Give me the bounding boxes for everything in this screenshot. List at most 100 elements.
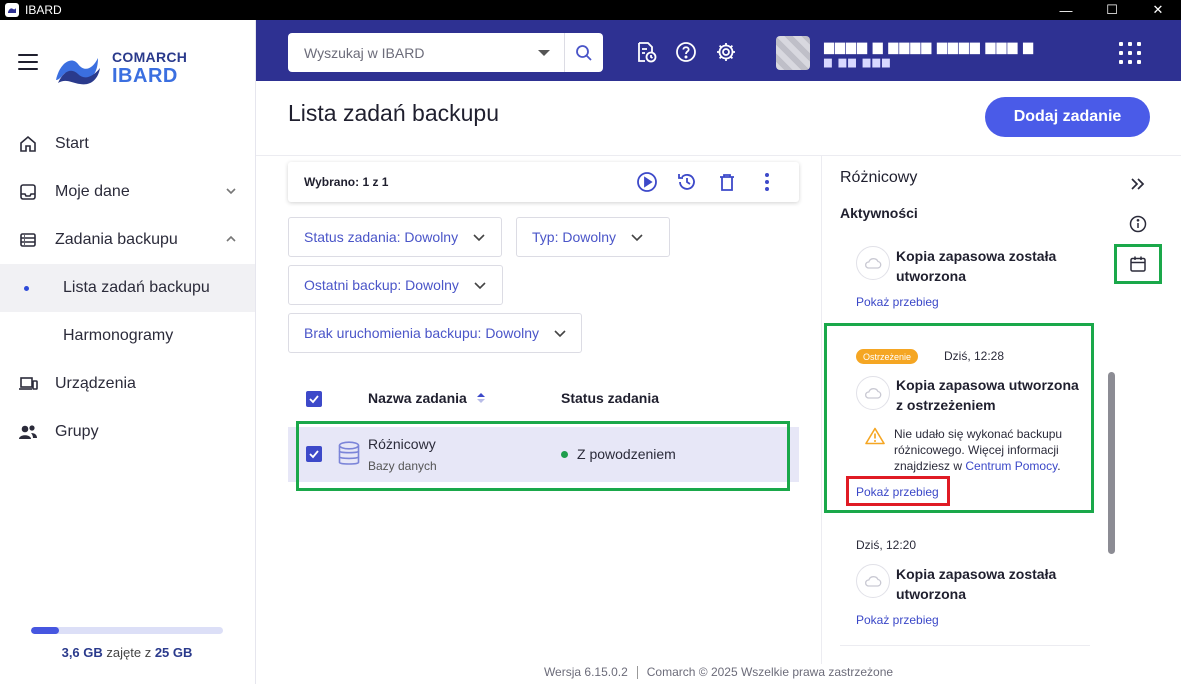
- activity-title: Kopia zapasowa została utworzona: [896, 566, 1057, 602]
- info-icon[interactable]: [1126, 212, 1150, 236]
- chevron-up-icon[interactable]: [225, 233, 237, 245]
- home-icon: [18, 134, 38, 154]
- run-backup-button[interactable]: [627, 162, 667, 202]
- cloud-icon: [856, 246, 890, 280]
- sidebar-item-label: Moje dane: [55, 183, 130, 200]
- storage-used: 3,6 GB: [61, 645, 103, 660]
- panel-section-title: Aktywności: [840, 205, 918, 221]
- user-subtitle: ▆ ▆▆ ▆▆▆: [824, 56, 892, 68]
- column-header-status[interactable]: Status zadania: [561, 390, 659, 406]
- more-options-icon[interactable]: [747, 162, 787, 202]
- inbox-icon: [18, 182, 38, 202]
- storage-total: 25 GB: [154, 645, 193, 660]
- sidebar-item-urzadzenia[interactable]: Urządzenia: [0, 360, 255, 408]
- sort-icon[interactable]: [475, 391, 487, 405]
- sidebar-item-start[interactable]: Start: [0, 120, 255, 168]
- logo-brand: COMARCH: [112, 49, 188, 65]
- search-box[interactable]: Wyszukaj w IBARD: [288, 33, 603, 72]
- panel-title: Różnicowy: [840, 169, 918, 186]
- top-header: Wyszukaj w IBARD ▆▆▆▆ ▆ ▆▆▆▆ ▆▆▆▆ ▆▆▆ ▆ …: [256, 20, 1181, 81]
- sidebar-item-label: Zadania backupu: [55, 231, 178, 248]
- column-header-name-label: Nazwa zadania: [368, 390, 467, 406]
- close-button[interactable]: ✕: [1135, 0, 1181, 20]
- sidebar-item-label: Urządzenia: [55, 375, 136, 392]
- window-title: IBARD: [25, 3, 62, 17]
- sidebar-item-zadania-backupu[interactable]: Zadania backupu: [0, 216, 255, 264]
- search-dropdown-icon[interactable]: [538, 49, 550, 56]
- panel-scrollbar[interactable]: [1108, 372, 1115, 554]
- highlight-box-green: [1114, 244, 1162, 284]
- chevron-down-icon: [631, 234, 643, 242]
- backup-status-icon[interactable]: [634, 40, 658, 64]
- filter-no-run[interactable]: Brak uruchomienia backupu: Dowolny: [288, 313, 582, 353]
- user-name: ▆▆▆▆ ▆ ▆▆▆▆ ▆▆▆▆ ▆▆▆ ▆: [824, 38, 1035, 54]
- filter-status-label: Status zadania: Dowolny: [304, 229, 459, 245]
- comarch-logo-icon: [56, 58, 100, 85]
- sidebar-item-label: Grupy: [55, 423, 99, 440]
- help-icon[interactable]: [674, 40, 698, 64]
- filter-no-run-label: Brak uruchomienia backupu: Dowolny: [304, 325, 540, 341]
- sidebar-item-lista-zadan-backupu[interactable]: Lista zadań backupu: [0, 264, 255, 312]
- window-titlebar: IBARD — ☐ ✕: [0, 0, 1181, 20]
- filter-type[interactable]: Typ: Dowolny: [516, 217, 670, 257]
- chevron-down-icon: [473, 234, 485, 242]
- sidebar-item-label: Lista zadań backupu: [63, 279, 210, 296]
- activity-title: Kopia zapasowa została utworzona: [896, 248, 1057, 284]
- footer-copyright: Comarch © 2025 Wszelkie prawa zastrzeżon…: [646, 665, 894, 679]
- storage-used-suffix: zajęte z: [102, 645, 155, 660]
- sidebar-item-label: Harmonogramy: [63, 327, 174, 344]
- collapse-panel-icon[interactable]: [1126, 172, 1150, 196]
- show-details-link[interactable]: Pokaż przebieg: [856, 295, 939, 309]
- maximize-button[interactable]: ☐: [1089, 0, 1135, 20]
- column-header-name[interactable]: Nazwa zadania: [368, 390, 487, 406]
- selection-count: Wybrano: 1 z 1: [304, 175, 389, 189]
- sidebar-nav: Start Moje dane Zadania backupu Lista za…: [0, 120, 255, 456]
- chevron-down-icon: [474, 282, 486, 290]
- history-button[interactable]: [667, 162, 707, 202]
- chevron-down-icon[interactable]: [225, 185, 237, 197]
- user-profile[interactable]: ▆▆▆▆ ▆ ▆▆▆▆ ▆▆▆▆ ▆▆▆ ▆ ▆ ▆▆ ▆▆▆: [776, 36, 1034, 70]
- highlight-box-green: [296, 421, 790, 491]
- list-icon: [18, 230, 38, 250]
- active-indicator-dot: [24, 286, 29, 291]
- apps-grid-icon[interactable]: [1119, 42, 1141, 64]
- hamburger-menu-icon[interactable]: [18, 54, 38, 70]
- footer-version: Wersja 6.15.0.2: [543, 665, 628, 679]
- sidebar-item-harmonogramy[interactable]: Harmonogramy: [0, 312, 255, 360]
- divider: [821, 156, 822, 664]
- filter-last-backup[interactable]: Ostatni backup: Dowolny: [288, 265, 503, 305]
- devices-icon: [18, 374, 38, 394]
- sidebar-item-moje-dane[interactable]: Moje dane: [0, 168, 255, 216]
- sidebar-item-grupy[interactable]: Grupy: [0, 408, 255, 456]
- divider: [840, 645, 1090, 646]
- app-logo-icon: [5, 3, 19, 17]
- storage-text: 3,6 GB zajęte z 25 GB: [31, 645, 223, 660]
- chevron-down-icon: [554, 330, 566, 338]
- page-title: Lista zadań backupu: [288, 100, 499, 126]
- divider: [256, 155, 1181, 156]
- storage-usage: 3,6 GB zajęte z 25 GB: [31, 627, 223, 660]
- cloud-icon: [856, 564, 890, 598]
- avatar[interactable]: [776, 36, 810, 70]
- filter-last-backup-label: Ostatni backup: Dowolny: [304, 277, 459, 293]
- add-task-button[interactable]: Dodaj zadanie: [985, 97, 1150, 137]
- sidebar-item-label: Start: [55, 135, 89, 152]
- sidebar: COMARCH IBARD Start Moje dane Zadania ba…: [0, 20, 256, 684]
- filter-status[interactable]: Status zadania: Dowolny: [288, 217, 502, 257]
- delete-button[interactable]: [707, 162, 747, 202]
- search-input[interactable]: Wyszukaj w IBARD: [304, 45, 538, 61]
- search-icon[interactable]: [565, 33, 603, 72]
- highlight-box-green: [824, 323, 1094, 513]
- activity-time: Dziś, 12:20: [856, 538, 917, 552]
- settings-gear-icon[interactable]: [714, 40, 738, 64]
- group-icon: [18, 422, 38, 442]
- filter-type-label: Typ: Dowolny: [532, 229, 617, 245]
- select-all-checkbox[interactable]: [306, 391, 322, 407]
- logo-product: IBARD: [112, 65, 178, 87]
- minimize-button[interactable]: —: [1043, 0, 1089, 20]
- selection-toolbar: Wybrano: 1 z 1: [288, 162, 799, 202]
- footer: Wersja 6.15.0.2 Comarch © 2025 Wszelkie p…: [256, 665, 1181, 680]
- logo[interactable]: COMARCH IBARD: [54, 50, 187, 86]
- show-details-link[interactable]: Pokaż przebieg: [856, 613, 939, 627]
- storage-progress-bar: [31, 627, 223, 634]
